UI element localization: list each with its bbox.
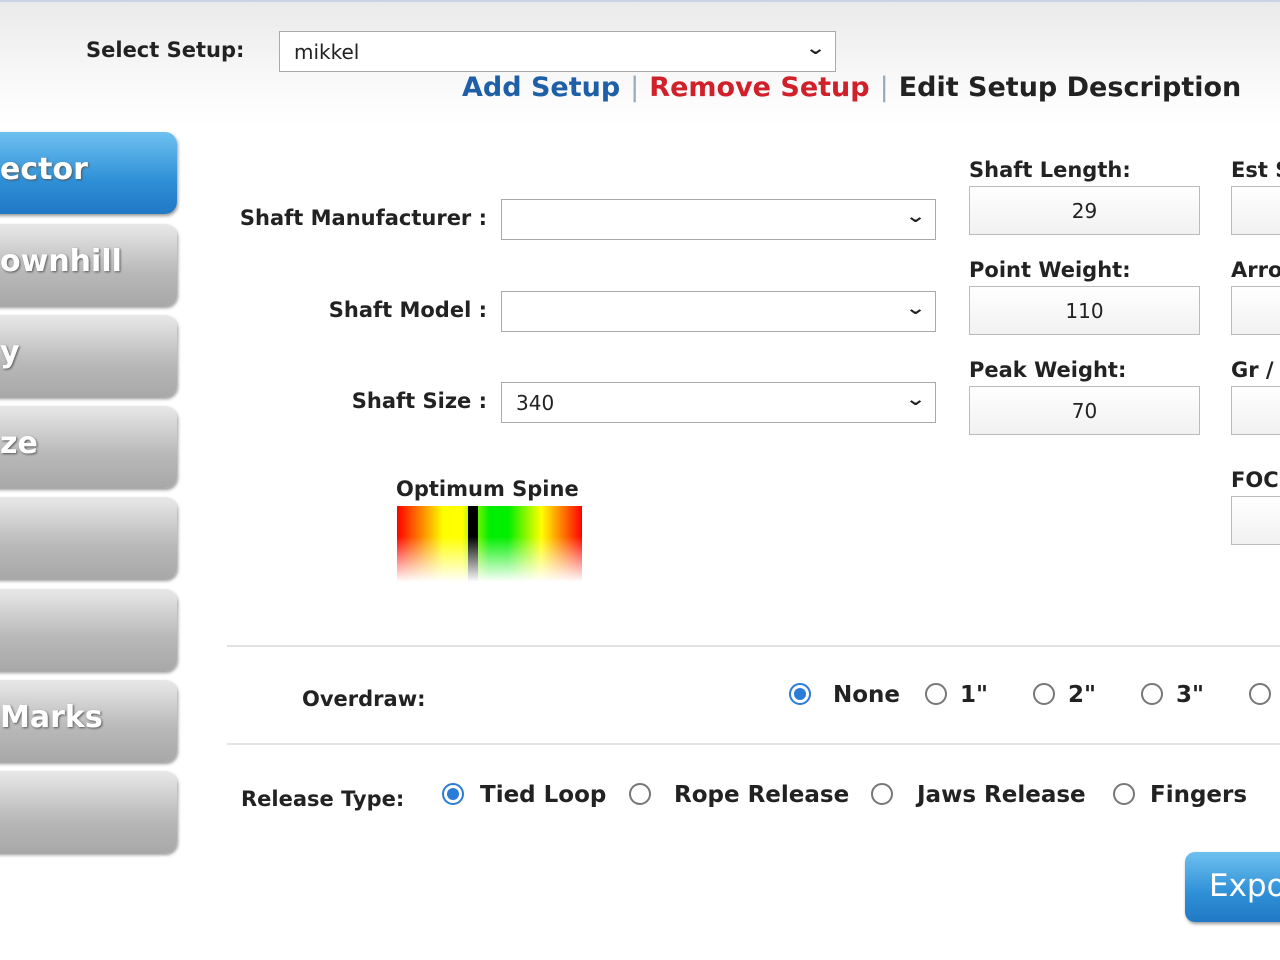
release-tied-loop-radio[interactable] [442,783,464,805]
release-type-label: Release Type: [241,787,405,811]
remove-setup-link[interactable]: Remove Setup [649,72,869,103]
overdraw-2-label: 2" [1068,682,1096,708]
optimum-spine-gauge [397,506,582,582]
shaft-model-label: Shaft Model : [328,298,487,322]
overdraw-none-label: None [833,682,901,708]
sidebar-item-label: y [0,335,20,370]
overdraw-1-label: 1" [960,682,988,708]
overdraw-2-radio[interactable] [1033,683,1055,705]
peak-weight-input[interactable]: 70 [969,386,1200,435]
est-label: Est S [1231,158,1280,182]
arrow-weight-input[interactable] [1231,286,1280,335]
est-input[interactable] [1231,186,1280,235]
sidebar-item-label: ownhill [0,244,122,279]
release-rope-radio[interactable] [629,783,651,805]
shaft-manufacturer-label: Shaft Manufacturer : [239,206,487,230]
point-weight-label: Point Weight: [969,258,1131,282]
shaft-size-select[interactable]: 340 ⌄ [501,382,936,423]
export-button[interactable]: Expo [1185,852,1280,922]
separator: | [879,72,889,103]
setup-links: Add Setup | Remove Setup | Edit Setup Descri… [462,72,1241,103]
sidebar-item-label: ector [0,152,88,187]
release-fingers-radio[interactable] [1113,783,1135,805]
foc-input[interactable] [1231,496,1280,545]
sidebar-item-label: ze [0,426,38,461]
sidebar-item-5[interactable] [0,497,177,579]
add-setup-link[interactable]: Add Setup [462,72,620,103]
sidebar-item-selector[interactable]: ector [0,132,177,214]
sidebar-item-label: Marks [0,700,103,735]
overdraw-none-radio[interactable] [789,683,811,705]
shaft-model-select[interactable]: ⌄ [501,291,936,332]
shaft-size-value: 340 [516,391,555,415]
release-jaws-label: Jaws Release [917,782,1086,808]
gr-input[interactable] [1231,386,1280,435]
shaft-manufacturer-select[interactable]: ⌄ [501,199,936,240]
setup-select[interactable]: mikkel ⌄ [279,31,836,72]
overdraw-1-radio[interactable] [925,683,947,705]
spine-indicator [467,506,478,582]
chevron-down-icon: ⌄ [804,38,827,59]
peak-weight-label: Peak Weight: [969,358,1127,382]
divider [227,743,1280,745]
overdraw-label: Overdraw: [302,687,426,711]
arrow-weight-label: Arro [1231,258,1280,282]
sidebar-item-downhill[interactable]: ownhill [0,224,177,306]
sidebar-item-6[interactable] [0,589,177,671]
chevron-down-icon: ⌄ [904,206,927,227]
separator: | [630,72,640,103]
release-rope-label: Rope Release [674,782,850,808]
setup-value: mikkel [294,40,360,64]
chevron-down-icon: ⌄ [904,298,927,319]
shaft-length-label: Shaft Length: [969,158,1131,182]
release-jaws-radio[interactable] [871,783,893,805]
shaft-length-input[interactable]: 29 [969,186,1200,235]
select-setup-label: Select Setup: [86,38,245,62]
sidebar-item-8[interactable] [0,771,177,853]
release-tied-loop-label: Tied Loop [480,782,607,808]
shaft-size-label: Shaft Size : [351,389,487,413]
sidebar-item-marks[interactable]: Marks [0,680,177,762]
point-weight-input[interactable]: 110 [969,286,1200,335]
divider [227,645,1280,647]
edit-setup-description-link[interactable]: Edit Setup Description [899,72,1242,103]
overdraw-3-radio[interactable] [1141,683,1163,705]
sidebar-item-3[interactable]: y [0,315,177,397]
foc-label: FOC [1231,468,1279,492]
overdraw-3-label: 3" [1176,682,1204,708]
optimum-spine-label: Optimum Spine [396,477,579,501]
sidebar-item-4[interactable]: ze [0,406,177,488]
release-fingers-label: Fingers [1150,782,1248,808]
chevron-down-icon: ⌄ [904,389,927,410]
overdraw-4-radio[interactable] [1249,683,1271,705]
gr-label: Gr / [1231,358,1274,382]
